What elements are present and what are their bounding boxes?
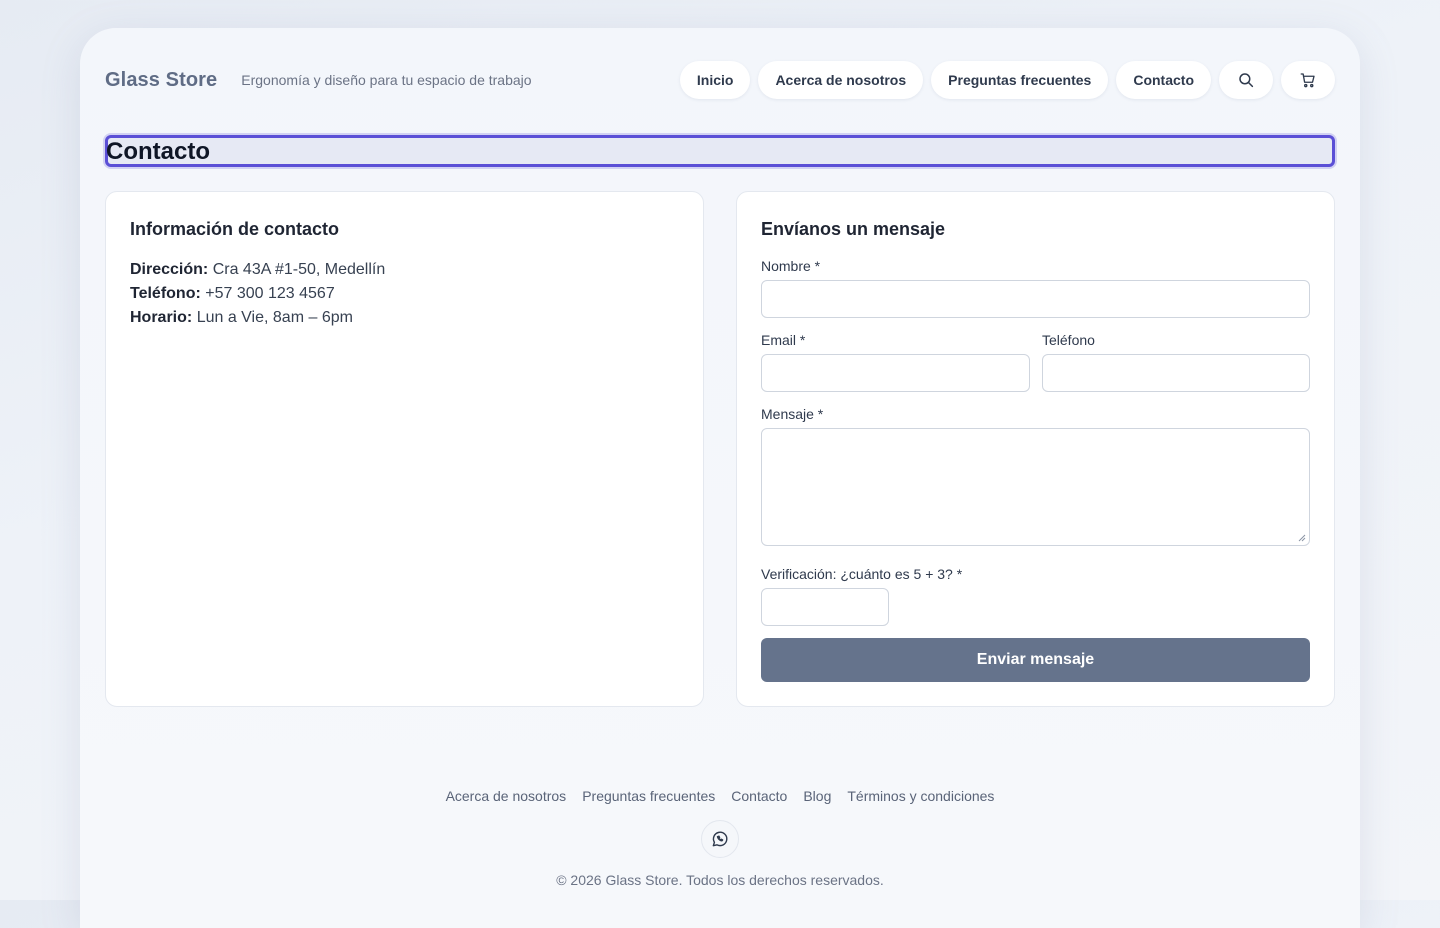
resize-handle-icon[interactable]	[1298, 534, 1306, 542]
cart-icon	[1300, 73, 1315, 88]
hours-value: Lun a Vie, 8am – 6pm	[196, 309, 353, 326]
message-textarea[interactable]	[761, 428, 1310, 546]
tagline: Ergonomía y diseño para tu espacio de tr…	[241, 72, 532, 88]
nav-acerca[interactable]: Acerca de nosotros	[758, 61, 924, 99]
contact-info-card: Información de contacto Dirección: Cra 4…	[105, 191, 704, 707]
brand-logo[interactable]: Glass Store	[105, 69, 217, 92]
site-header: Glass Store Ergonomía y diseño para tu e…	[105, 61, 1335, 99]
email-field[interactable]	[761, 354, 1030, 392]
contact-info-heading: Información de contacto	[130, 219, 340, 239]
email-label: Email *	[761, 332, 806, 348]
address-value: Cra 43A #1-50, Medellín	[212, 261, 386, 278]
whatsapp-icon	[712, 831, 728, 847]
page-shell: Glass Store Ergonomía y diseño para tu e…	[80, 28, 1360, 928]
phone-field[interactable]	[1042, 354, 1310, 392]
search-icon	[1239, 73, 1254, 88]
main-nav: Inicio Acerca de nosotros Preguntas frec…	[679, 61, 1335, 99]
nav-contacto[interactable]: Contacto	[1116, 61, 1211, 99]
message-label: Mensaje *	[761, 406, 824, 422]
phone-line: Teléfono: +57 300 123 4567	[130, 282, 385, 306]
contact-info-list: Dirección: Cra 43A #1-50, Medellín Teléf…	[130, 258, 385, 330]
phone-value: +57 300 123 4567	[205, 285, 335, 302]
footer-link-faq[interactable]: Preguntas frecuentes	[582, 788, 715, 804]
footer-link-terminos[interactable]: Términos y condiciones	[847, 788, 994, 804]
phone-label: Teléfono:	[130, 285, 201, 302]
verify-field[interactable]	[761, 588, 889, 626]
page-title: Contacto	[106, 138, 210, 165]
name-label: Nombre *	[761, 258, 821, 274]
form-heading: Envíanos un mensaje	[761, 219, 946, 239]
cart-button[interactable]	[1281, 61, 1335, 99]
whatsapp-button[interactable]	[701, 820, 739, 858]
search-button[interactable]	[1219, 61, 1273, 99]
contact-form-card: Envíanos un mensaje Nombre * Email * Tel…	[736, 191, 1335, 707]
address-line: Dirección: Cra 43A #1-50, Medellín	[130, 258, 385, 282]
phone-field-label: Teléfono	[1042, 332, 1095, 348]
page-title-focus-ring: Contacto	[105, 135, 1335, 167]
verify-label: Verificación: ¿cuánto es 5 + 3? *	[761, 566, 963, 582]
nav-inicio[interactable]: Inicio	[679, 61, 751, 99]
footer-links: Acerca de nosotros Preguntas frecuentes …	[80, 788, 1360, 804]
footer-link-blog[interactable]: Blog	[803, 788, 831, 804]
nav-faq[interactable]: Preguntas frecuentes	[931, 61, 1109, 99]
footer-link-acerca[interactable]: Acerca de nosotros	[446, 788, 567, 804]
hours-line: Horario: Lun a Vie, 8am – 6pm	[130, 306, 385, 330]
site-footer: Acerca de nosotros Preguntas frecuentes …	[80, 788, 1360, 888]
name-field[interactable]	[761, 280, 1310, 318]
hours-label: Horario:	[130, 309, 193, 326]
footer-link-contacto[interactable]: Contacto	[731, 788, 787, 804]
submit-button[interactable]: Enviar mensaje	[761, 638, 1310, 682]
copyright-text: © 2026 Glass Store. Todos los derechos r…	[556, 872, 884, 888]
address-label: Dirección:	[130, 261, 209, 278]
